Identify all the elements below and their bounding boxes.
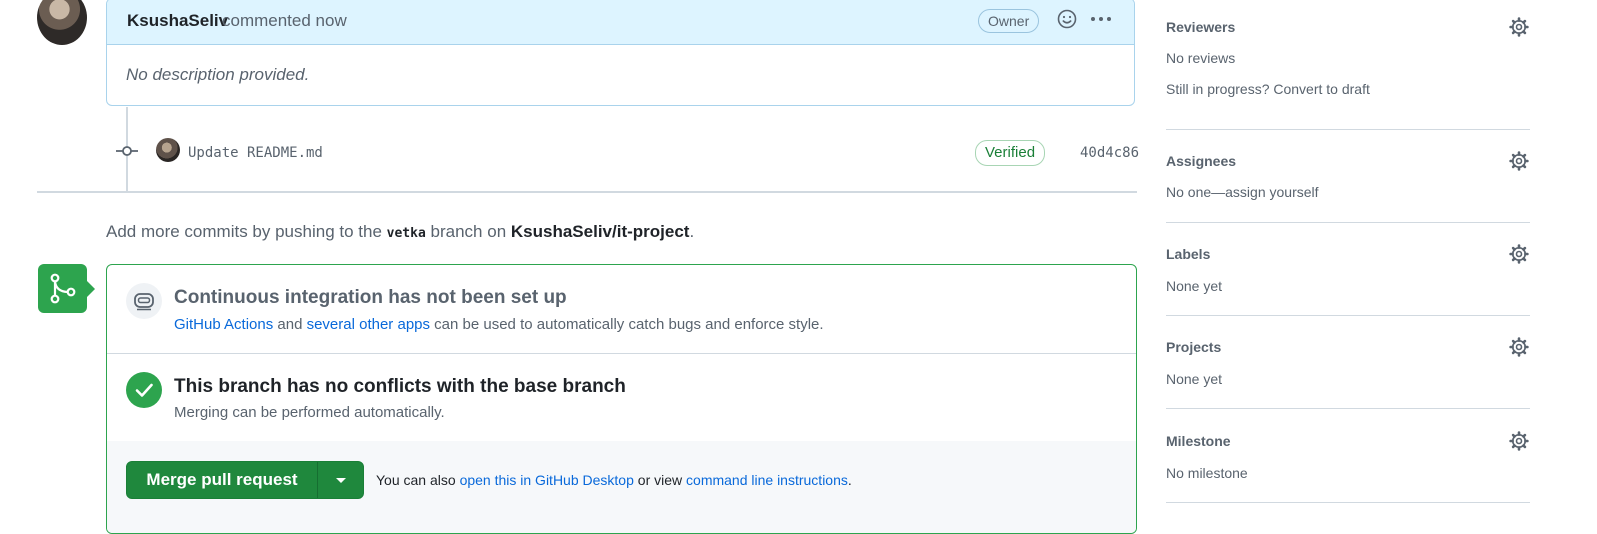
owner-badge: Owner: [978, 9, 1040, 33]
author-avatar[interactable]: [37, 0, 87, 45]
sidebar-divider: [1166, 408, 1530, 409]
push-note-suffix: .: [689, 222, 695, 241]
comment-timestamp[interactable]: commented now: [222, 11, 347, 31]
git-merge-badge: [38, 264, 87, 313]
github-actions-link[interactable]: GitHub Actions: [174, 316, 273, 333]
reviewers-title[interactable]: Reviewers: [1166, 19, 1235, 35]
merge-alternatives: You can also open this in GitHub Desktop…: [376, 472, 852, 488]
open-desktop-link[interactable]: open this in GitHub Desktop: [460, 472, 634, 488]
commit-message[interactable]: Update README.md: [188, 145, 323, 161]
sidebar-divider: [1166, 129, 1530, 130]
comment-header: KsushaSeliv commented now Owner: [107, 0, 1134, 45]
push-note: Add more commits by pushing to the vetka…: [106, 222, 694, 242]
conflicts-title: This branch has no conflicts with the ba…: [174, 376, 626, 397]
merge-button-group: Merge pull request: [126, 461, 364, 499]
milestone-title[interactable]: Milestone: [1166, 433, 1231, 449]
ci-description: GitHub Actions and several other apps ca…: [174, 316, 824, 333]
merge-alt-middle: or view: [637, 472, 683, 488]
pr-comment: KsushaSeliv commented now Owner No descr…: [106, 0, 1135, 106]
projects-title[interactable]: Projects: [1166, 339, 1221, 355]
commit-icon: [116, 146, 138, 156]
gear-icon[interactable]: [1509, 337, 1529, 357]
push-note-middle: branch on: [430, 222, 507, 241]
smiley-icon[interactable]: [1057, 9, 1077, 29]
gear-icon[interactable]: [1509, 244, 1529, 264]
command-line-link[interactable]: command line instructions: [686, 472, 848, 488]
ci-rest: can be used to automatically catch bugs …: [434, 316, 824, 333]
ci-title: Continuous integration has not been set …: [174, 287, 567, 308]
merge-pull-request-button[interactable]: Merge pull request: [127, 462, 317, 498]
comment-body: No description provided.: [126, 65, 310, 84]
sidebar-divider: [1166, 502, 1530, 503]
ci-icon-circle: [126, 283, 162, 319]
branch-name: vetka: [386, 226, 426, 241]
push-note-prefix: Add more commits by pushing to the: [106, 222, 382, 241]
timeline-divider: [37, 191, 1137, 193]
commit-sha[interactable]: 40d4c86: [1080, 145, 1139, 161]
chevron-down-icon[interactable]: [318, 462, 364, 498]
check-icon: [135, 383, 153, 397]
reviewers-value: No reviews: [1166, 50, 1236, 66]
milestone-value: No milestone: [1166, 465, 1248, 481]
gear-icon[interactable]: [1509, 431, 1529, 451]
labels-title[interactable]: Labels: [1166, 246, 1210, 262]
conflicts-description: Merging can be performed automatically.: [174, 404, 445, 421]
robot-icon: [134, 293, 154, 311]
assignees-value[interactable]: No one—assign yourself: [1166, 184, 1319, 200]
gear-icon[interactable]: [1509, 151, 1529, 171]
sidebar-divider: [1166, 315, 1530, 316]
merge-action-section: Merge pull request You can also open thi…: [107, 441, 1136, 533]
verified-badge[interactable]: Verified: [975, 140, 1046, 166]
ci-section: Continuous integration has not been set …: [107, 265, 1136, 354]
commit-avatar[interactable]: [156, 138, 180, 162]
check-circle: [126, 372, 162, 408]
repo-name[interactable]: KsushaSeliv/it-project: [511, 222, 690, 241]
convert-to-draft-link[interactable]: Still in progress? Convert to draft: [1166, 81, 1370, 97]
projects-value: None yet: [1166, 371, 1223, 387]
merge-alt-prefix: You can also: [376, 472, 456, 488]
comment-author[interactable]: KsushaSeliv: [127, 11, 228, 31]
merge-alt-suffix: .: [847, 472, 852, 488]
labels-value: None yet: [1166, 278, 1223, 294]
kebab-icon[interactable]: [1089, 9, 1113, 29]
conflicts-section: This branch has no conflicts with the ba…: [107, 353, 1136, 442]
git-merge-icon: [50, 273, 76, 304]
other-apps-link[interactable]: several other apps: [307, 316, 430, 333]
sidebar-divider: [1166, 222, 1530, 223]
gear-icon[interactable]: [1509, 17, 1529, 37]
assignees-title[interactable]: Assignees: [1166, 153, 1236, 169]
ci-and: and: [277, 316, 303, 333]
merge-box: Continuous integration has not been set …: [106, 264, 1137, 534]
merge-badge-pointer: [86, 280, 95, 298]
